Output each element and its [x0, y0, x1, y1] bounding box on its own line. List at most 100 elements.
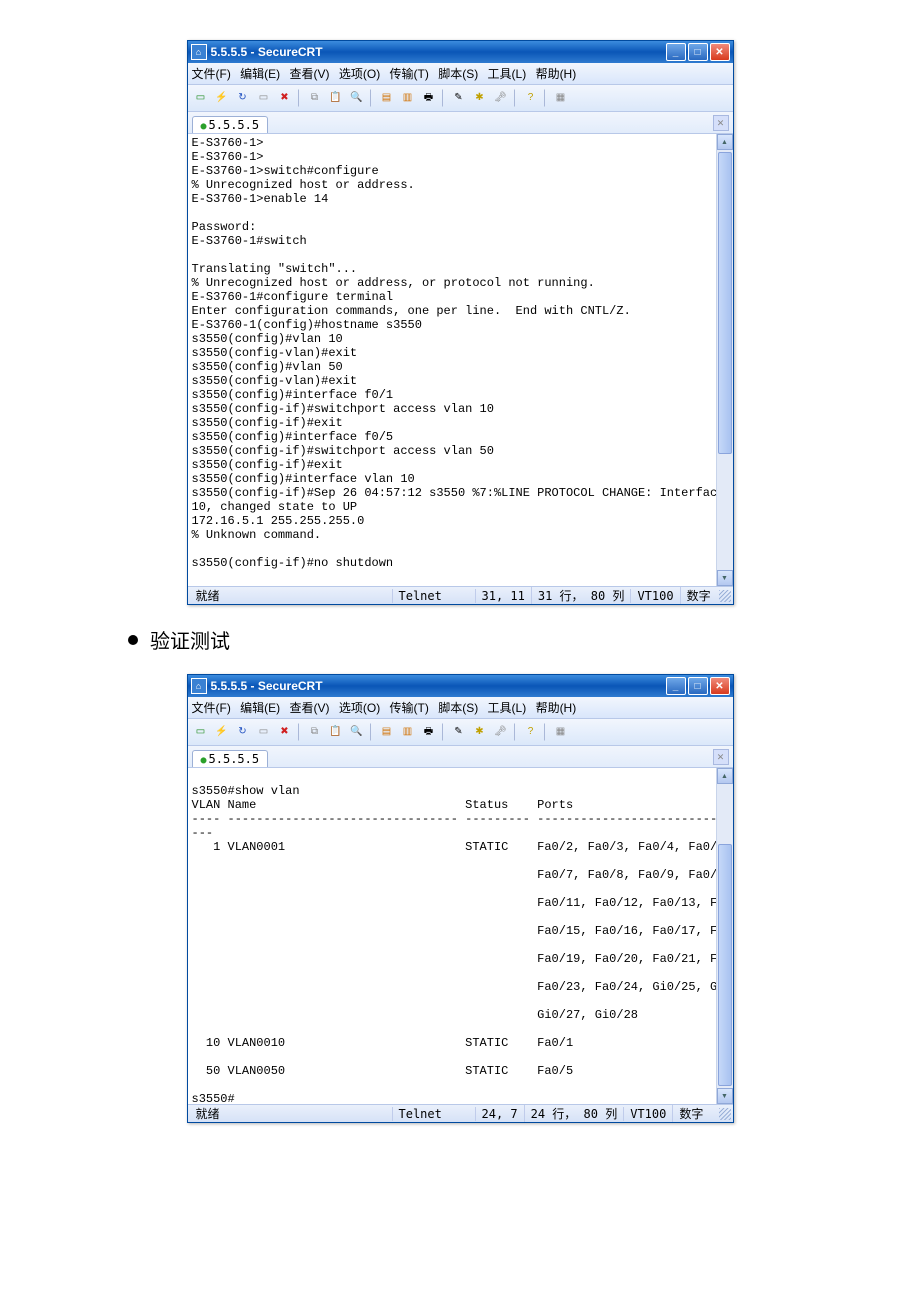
menu-options[interactable]: 选项(O) [339, 67, 380, 81]
scroll-up-icon[interactable]: ▲ [717, 768, 733, 784]
menu-help[interactable]: 帮助(H) [536, 701, 577, 715]
menu-edit[interactable]: 编辑(E) [240, 701, 280, 715]
menu-transfer[interactable]: 传输(T) [390, 701, 429, 715]
scrollbar[interactable]: ▲ ▼ [716, 134, 733, 586]
app-icon: ⌂ [191, 678, 207, 694]
global-options-icon[interactable]: ▥ [398, 722, 418, 742]
titlebar[interactable]: ⌂ 5.5.5.5 - SecureCRT _ □ ✕ [188, 675, 733, 697]
misc-icon[interactable]: ▦ [551, 88, 571, 108]
help-icon[interactable]: ? [521, 722, 541, 742]
help-icon[interactable]: ? [521, 88, 541, 108]
menu-view[interactable]: 查看(V) [290, 701, 330, 715]
scroll-track[interactable] [717, 784, 733, 1088]
menu-edit[interactable]: 编辑(E) [240, 67, 280, 81]
scroll-down-icon[interactable]: ▼ [717, 1088, 733, 1104]
scroll-track[interactable] [717, 150, 733, 570]
separator-icon [442, 89, 446, 107]
find-icon[interactable]: 🔍 [347, 88, 367, 108]
disconnect-all-icon[interactable]: ✖ [275, 722, 295, 742]
section-bullet: 验证测试 [120, 625, 800, 654]
separator-icon [298, 723, 302, 741]
global-options-icon[interactable]: ▥ [398, 88, 418, 108]
menu-script[interactable]: 脚本(S) [438, 67, 478, 81]
close-button[interactable]: ✕ [710, 43, 730, 61]
terminal-output[interactable]: s3550#show vlan VLAN Name Status Ports -… [188, 768, 716, 1104]
menubar[interactable]: 文件(F) 编辑(E) 查看(V) 选项(O) 传输(T) 脚本(S) 工具(L… [188, 63, 733, 85]
maximize-button[interactable]: □ [688, 43, 708, 61]
connect-icon[interactable]: ▭ [191, 722, 211, 742]
trace-icon[interactable]: ✱ [470, 722, 490, 742]
app-icon: ⌂ [191, 44, 207, 60]
reconnect-icon[interactable]: ↻ [233, 722, 253, 742]
quick-connect-icon[interactable]: ⚡ [212, 88, 232, 108]
key-icon[interactable]: 🗝 [491, 722, 511, 742]
scrollbar[interactable]: ▲ ▼ [716, 768, 733, 1104]
minimize-button[interactable]: _ [666, 43, 686, 61]
tab-label: 5.5.5.5 [209, 118, 260, 132]
titlebar[interactable]: ⌂ 5.5.5.5 - SecureCRT _ □ ✕ [188, 41, 733, 63]
separator-icon [370, 89, 374, 107]
menu-help[interactable]: 帮助(H) [536, 67, 577, 81]
status-dimensions: 31 行， 80 列 [531, 587, 631, 604]
disconnect-icon[interactable]: ▭ [254, 88, 274, 108]
key-icon[interactable]: 🗝 [491, 88, 511, 108]
find-icon[interactable]: 🔍 [347, 722, 367, 742]
connect-icon[interactable]: ▭ [191, 88, 211, 108]
menubar[interactable]: 文件(F) 编辑(E) 查看(V) 选项(O) 传输(T) 脚本(S) 工具(L… [188, 697, 733, 719]
reconnect-icon[interactable]: ↻ [233, 88, 253, 108]
toolbar: ▭ ⚡ ↻ ▭ ✖ ⧉ 📋 🔍 ▤ ▥ 🖶 ✎ ✱ 🗝 ? ▦ [188, 85, 733, 112]
paste-icon[interactable]: 📋 [326, 722, 346, 742]
misc-icon[interactable]: ▦ [551, 722, 571, 742]
status-dot-icon: ● [201, 755, 207, 766]
separator-icon [544, 723, 548, 741]
status-ready: 就绪 [190, 1105, 392, 1122]
maximize-button[interactable]: □ [688, 677, 708, 695]
toolbar: ▭ ⚡ ↻ ▭ ✖ ⧉ 📋 🔍 ▤ ▥ 🖶 ✎ ✱ 🗝 ? ▦ [188, 719, 733, 746]
properties-icon[interactable]: ✎ [449, 88, 469, 108]
session-options-icon[interactable]: ▤ [377, 722, 397, 742]
securecrt-window-2: ⌂ 5.5.5.5 - SecureCRT _ □ ✕ 文件(F) 编辑(E) … [187, 674, 734, 1123]
section-label: 验证测试 [150, 625, 230, 654]
menu-view[interactable]: 查看(V) [290, 67, 330, 81]
properties-icon[interactable]: ✎ [449, 722, 469, 742]
disconnect-all-icon[interactable]: ✖ [275, 88, 295, 108]
paste-icon[interactable]: 📋 [326, 88, 346, 108]
tabbar: ●5.5.5.5 ✕ [188, 746, 733, 768]
resize-grip-icon[interactable] [719, 590, 731, 602]
terminal-output[interactable]: E-S3760-1> E-S3760-1> E-S3760-1>switch#c… [188, 134, 716, 586]
bullet-icon [128, 635, 138, 645]
scroll-thumb[interactable] [718, 152, 732, 454]
disconnect-icon[interactable]: ▭ [254, 722, 274, 742]
separator-icon [442, 723, 446, 741]
quick-connect-icon[interactable]: ⚡ [212, 722, 232, 742]
menu-tools[interactable]: 工具(L) [488, 701, 527, 715]
status-protocol: Telnet [392, 589, 475, 603]
resize-grip-icon[interactable] [719, 1108, 731, 1120]
scroll-up-icon[interactable]: ▲ [717, 134, 733, 150]
menu-options[interactable]: 选项(O) [339, 701, 380, 715]
trace-icon[interactable]: ✱ [470, 88, 490, 108]
window-title: 5.5.5.5 - SecureCRT [211, 45, 666, 59]
print-icon[interactable]: 🖶 [419, 722, 439, 742]
session-options-icon[interactable]: ▤ [377, 88, 397, 108]
separator-icon [514, 89, 518, 107]
menu-script[interactable]: 脚本(S) [438, 701, 478, 715]
separator-icon [370, 723, 374, 741]
print-icon[interactable]: 🖶 [419, 88, 439, 108]
menu-file[interactable]: 文件(F) [192, 701, 231, 715]
tab-close-button[interactable]: ✕ [713, 749, 729, 765]
session-tab[interactable]: ●5.5.5.5 [192, 116, 269, 133]
tab-label: 5.5.5.5 [209, 752, 260, 766]
menu-transfer[interactable]: 传输(T) [390, 67, 429, 81]
scroll-down-icon[interactable]: ▼ [717, 570, 733, 586]
close-button[interactable]: ✕ [710, 677, 730, 695]
scroll-thumb[interactable] [718, 844, 732, 1086]
menu-file[interactable]: 文件(F) [192, 67, 231, 81]
copy-icon[interactable]: ⧉ [305, 88, 325, 108]
menu-tools[interactable]: 工具(L) [488, 67, 527, 81]
tab-close-button[interactable]: ✕ [713, 115, 729, 131]
minimize-button[interactable]: _ [666, 677, 686, 695]
session-tab[interactable]: ●5.5.5.5 [192, 750, 269, 767]
status-ready: 就绪 [190, 587, 392, 604]
copy-icon[interactable]: ⧉ [305, 722, 325, 742]
